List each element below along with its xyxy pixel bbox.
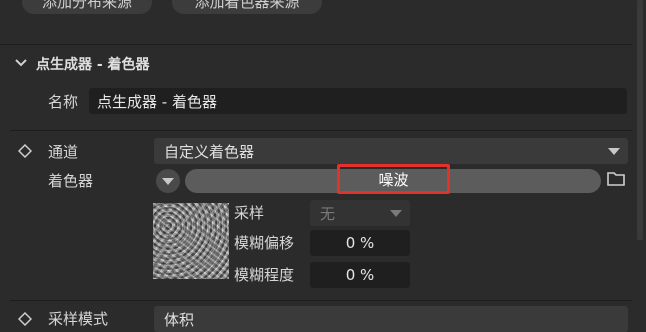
sample-mode-diamond-icon[interactable] xyxy=(17,311,33,327)
blur-amount-field[interactable]: 0 % xyxy=(310,262,410,288)
blur-offset-field[interactable]: 0 % xyxy=(310,230,410,256)
name-divider xyxy=(10,130,632,131)
sampling-dropdown-value: 无 xyxy=(320,204,336,223)
keyframe-diamond-icon[interactable] xyxy=(17,143,33,159)
sampling-dropdown-arrow-icon xyxy=(390,210,402,217)
top-divider xyxy=(0,44,632,45)
add-distribution-source-label: 添加分布来源 xyxy=(41,0,132,11)
shader-menu-arrow-icon xyxy=(162,178,174,185)
name-field[interactable]: 点生成器 - 着色器 xyxy=(89,88,627,114)
section-title: 点生成器 - 着色器 xyxy=(36,57,150,73)
blur-offset-value: 0 % xyxy=(345,234,375,252)
channel-dropdown-value: 自定义着色器 xyxy=(164,142,255,161)
folder-icon[interactable] xyxy=(606,170,626,188)
blur-amount-label: 模糊程度 xyxy=(234,266,295,284)
sampling-label: 采样 xyxy=(234,204,265,222)
add-shader-source-label: 添加着色器来源 xyxy=(194,0,300,11)
sample-mode-dropdown[interactable]: 体积 xyxy=(154,306,628,332)
blur-offset-label: 模糊偏移 xyxy=(234,234,295,252)
shader-value[interactable]: 噪波 xyxy=(340,169,447,189)
bottom-divider xyxy=(10,300,632,301)
name-label: 名称 xyxy=(48,93,79,111)
add-distribution-source-button[interactable]: 添加分布来源 xyxy=(22,0,152,14)
shader-preview-image xyxy=(153,203,229,279)
add-shader-source-button[interactable]: 添加着色器来源 xyxy=(172,0,322,14)
channel-label: 通道 xyxy=(48,143,79,161)
name-field-value: 点生成器 - 着色器 xyxy=(97,92,217,111)
channel-dropdown[interactable]: 自定义着色器 xyxy=(154,138,628,164)
sampling-dropdown[interactable]: 无 xyxy=(310,200,410,226)
blur-amount-value: 0 % xyxy=(345,266,375,284)
sample-mode-value: 体积 xyxy=(164,310,195,329)
section-collapse-chevron-icon[interactable] xyxy=(14,56,28,70)
shader-label: 着色器 xyxy=(48,172,94,190)
channel-dropdown-arrow-icon xyxy=(608,148,620,155)
vertical-scrollbar[interactable] xyxy=(637,0,643,240)
shader-menu-button[interactable] xyxy=(156,169,180,193)
